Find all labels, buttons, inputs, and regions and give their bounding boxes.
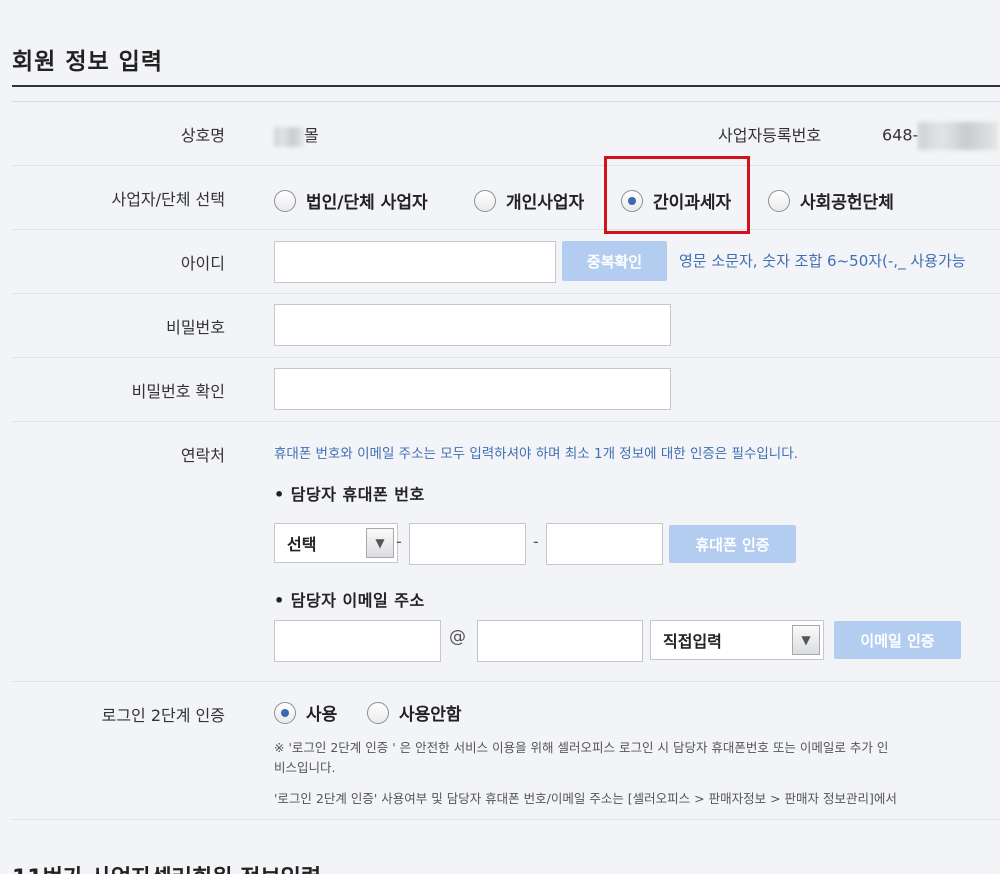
radio-circle[interactable] bbox=[474, 189, 496, 212]
user-id-input[interactable] bbox=[274, 241, 556, 283]
phone-dash: - bbox=[396, 532, 402, 551]
next-section-title: 11번가 사업자셀러회원 정보입력 bbox=[12, 860, 321, 874]
row-user-id: 아이디 중복확인 영문 소문자, 숫자 조합 6~50자(-,_ 사용가능 bbox=[12, 230, 1000, 294]
dropdown-arrow-icon[interactable]: ▼ bbox=[792, 625, 820, 655]
email-domain-select[interactable]: 직접입력 ▼ bbox=[650, 620, 824, 660]
radio-corporate[interactable]: 법인/단체 사업자 bbox=[274, 188, 428, 213]
row-business-type: 사업자/단체 선택 법인/단체 사업자 개인사업자 간이과세자 사회공헌단체 bbox=[12, 166, 1000, 230]
phone-prefix-value: 선택 bbox=[287, 535, 317, 554]
selection-highlight-box bbox=[604, 156, 750, 234]
business-type-label: 사업자/단체 선택 bbox=[111, 190, 225, 209]
email-local-input[interactable] bbox=[274, 620, 441, 662]
radio-label: 사용안함 bbox=[399, 705, 462, 725]
two-factor-note-line3: '로그인 2단계 인증' 사용여부 및 담당자 휴대폰 번호/이메일 주소는 [… bbox=[274, 791, 897, 806]
radio-label: 사용 bbox=[306, 705, 338, 725]
company-value: 몰 bbox=[274, 122, 319, 147]
registration-number-value: 648- bbox=[882, 122, 999, 150]
phone-prefix-select[interactable]: 선택 ▼ bbox=[274, 523, 398, 563]
email-verify-button[interactable]: 이메일 인증 bbox=[834, 621, 961, 659]
duplicate-check-button[interactable]: 중복확인 bbox=[562, 241, 667, 281]
radio-label: 사회공헌단체 bbox=[800, 193, 894, 213]
phone-section-title: • 담당자 휴대폰 번호 bbox=[274, 485, 425, 504]
email-domain-select-value: 직접입력 bbox=[663, 632, 722, 651]
password-label: 비밀번호 bbox=[166, 318, 225, 337]
contact-label: 연락처 bbox=[180, 446, 225, 465]
company-label: 상호명 bbox=[180, 126, 225, 145]
registration-number-label: 사업자등록번호 bbox=[718, 126, 822, 145]
password-input[interactable] bbox=[274, 304, 671, 346]
contact-notice: 휴대폰 번호와 이메일 주소는 모두 입력하셔야 하며 최소 1개 정보에 대한… bbox=[274, 446, 798, 462]
radio-social-contribution[interactable]: 사회공헌단체 bbox=[768, 188, 894, 213]
two-factor-note-line2: 비스입니다. bbox=[274, 760, 336, 775]
radio-individual[interactable]: 개인사업자 bbox=[474, 188, 584, 213]
email-domain-input[interactable] bbox=[477, 620, 643, 662]
row-password: 비밀번호 bbox=[12, 294, 1000, 358]
radio-circle[interactable] bbox=[274, 701, 296, 724]
radio-circle[interactable] bbox=[274, 189, 296, 212]
radio-two-factor-off[interactable]: 사용안함 bbox=[367, 700, 462, 725]
row-two-factor: 로그인 2단계 인증 사용 사용안함 ※ '로그인 2단계 인증 ' 은 안전한… bbox=[12, 682, 1000, 820]
member-form: 상호명 몰 사업자등록번호 648- 사업자/단체 선택 법인/단체 사업자 개… bbox=[12, 101, 1000, 820]
row-contact: 연락처 휴대폰 번호와 이메일 주소는 모두 입력하셔야 하며 최소 1개 정보… bbox=[12, 422, 1000, 682]
radio-label: 법인/단체 사업자 bbox=[306, 193, 428, 213]
user-id-label: 아이디 bbox=[180, 254, 225, 273]
phone-verify-button[interactable]: 휴대폰 인증 bbox=[669, 525, 796, 563]
row-company: 상호명 몰 사업자등록번호 648- bbox=[12, 102, 1000, 166]
two-factor-label: 로그인 2단계 인증 bbox=[101, 706, 225, 725]
title-divider bbox=[12, 85, 1000, 87]
blurred-text bbox=[918, 122, 999, 150]
phone-dash: - bbox=[533, 532, 539, 551]
page-title: 회원 정보 입력 bbox=[12, 49, 163, 75]
dropdown-arrow-icon[interactable]: ▼ bbox=[366, 528, 394, 558]
at-sign: @ bbox=[449, 627, 466, 647]
radio-circle[interactable] bbox=[367, 701, 389, 724]
radio-two-factor-on[interactable]: 사용 bbox=[274, 700, 337, 725]
radio-circle[interactable] bbox=[768, 189, 790, 212]
phone-last-input[interactable] bbox=[546, 523, 663, 565]
user-id-hint: 영문 소문자, 숫자 조합 6~50자(-,_ 사용가능 bbox=[679, 252, 966, 270]
row-password-confirm: 비밀번호 확인 bbox=[12, 358, 1000, 422]
radio-label: 개인사업자 bbox=[506, 193, 585, 213]
email-section-title: • 담당자 이메일 주소 bbox=[274, 591, 425, 610]
two-factor-note-line1: ※ '로그인 2단계 인증 ' 은 안전한 서비스 이용을 위해 셀러오피스 로… bbox=[274, 740, 889, 755]
phone-middle-input[interactable] bbox=[409, 523, 526, 565]
password-confirm-input[interactable] bbox=[274, 368, 671, 410]
blurred-text bbox=[274, 126, 304, 147]
password-confirm-label: 비밀번호 확인 bbox=[131, 382, 225, 401]
